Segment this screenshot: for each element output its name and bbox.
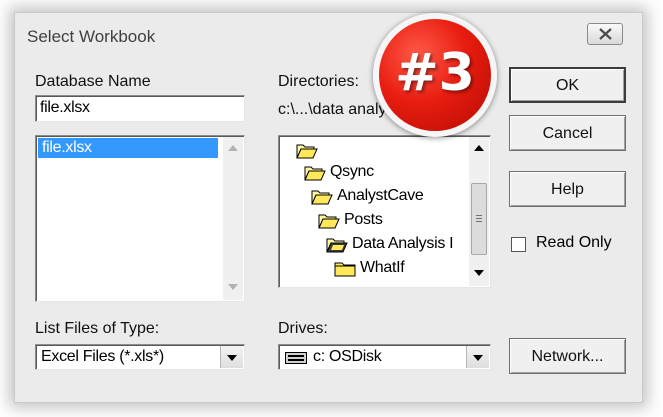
scroll-down-icon — [474, 270, 484, 276]
thumb-grip — [476, 221, 482, 222]
list-item[interactable]: file.xlsx — [38, 138, 218, 158]
scroll-up-button[interactable] — [469, 139, 489, 159]
directories-label: Directories: — [278, 73, 359, 90]
scroll-thumb[interactable] — [471, 183, 487, 255]
scroll-down-icon — [228, 284, 238, 290]
database-name-input[interactable]: file.xlsx — [35, 95, 245, 122]
directory-scrollbar[interactable] — [469, 137, 489, 286]
title-bar[interactable]: Select Workbook — [15, 13, 642, 57]
file-type-label: List Files of Type: — [35, 320, 160, 337]
folder-open-icon — [311, 190, 333, 205]
scroll-up-icon — [228, 145, 238, 151]
chevron-down-icon — [473, 355, 483, 361]
file-list-scrollbar[interactable] — [223, 137, 243, 300]
folder-open-icon — [326, 238, 348, 253]
thumb-grip — [476, 218, 482, 219]
database-file-list[interactable]: file.xlsx — [35, 135, 245, 302]
directory-label: Posts — [344, 211, 383, 228]
directory-label: Data Analysis I — [352, 235, 454, 252]
scroll-down-button[interactable] — [469, 264, 489, 284]
step-number-badge: #3 — [373, 13, 497, 137]
file-type-dropdown-button[interactable] — [220, 346, 243, 368]
database-name-label: Database Name — [35, 73, 151, 90]
directory-label: WhatIf — [360, 259, 405, 276]
hard-drive-icon — [285, 352, 307, 364]
select-workbook-dialog: Select Workbook Database Name file.xlsx … — [14, 12, 643, 403]
directory-label: Qsync — [330, 163, 374, 180]
file-type-select[interactable]: Excel Files (*.xls*) — [35, 344, 245, 370]
dialog-title: Select Workbook — [27, 27, 156, 46]
drives-dropdown-button[interactable] — [466, 346, 489, 368]
database-name-value: file.xlsx — [40, 99, 90, 116]
help-button[interactable]: Help — [509, 171, 626, 207]
ok-button[interactable]: OK — [509, 67, 626, 103]
scroll-down-button[interactable] — [223, 278, 243, 298]
directory-label: AnalystCave — [337, 187, 424, 204]
file-type-value: Excel Files (*.xls*) — [41, 348, 164, 365]
folder-open-icon — [318, 214, 340, 229]
read-only-checkbox[interactable] — [511, 237, 526, 252]
folder-open-icon — [304, 166, 326, 181]
network-button[interactable]: Network... — [509, 338, 626, 374]
folder-closed-icon — [334, 262, 356, 277]
scroll-up-button[interactable] — [223, 139, 243, 159]
directory-tree[interactable]: Qsync AnalystCave Posts Data Analysis I — [278, 135, 491, 288]
current-path: c:\...\data analy — [278, 101, 387, 118]
chevron-down-icon — [227, 355, 237, 361]
close-x-icon — [599, 28, 612, 40]
drives-label: Drives: — [278, 320, 328, 337]
thumb-grip — [476, 215, 482, 216]
close-button[interactable] — [587, 23, 623, 45]
folder-open-icon — [296, 144, 318, 159]
drives-select[interactable]: c: OSDisk — [278, 344, 491, 370]
read-only-label[interactable]: Read Only — [536, 234, 612, 252]
drives-value: c: OSDisk — [313, 348, 382, 365]
scroll-up-icon — [474, 145, 484, 151]
cancel-button[interactable]: Cancel — [509, 115, 626, 151]
